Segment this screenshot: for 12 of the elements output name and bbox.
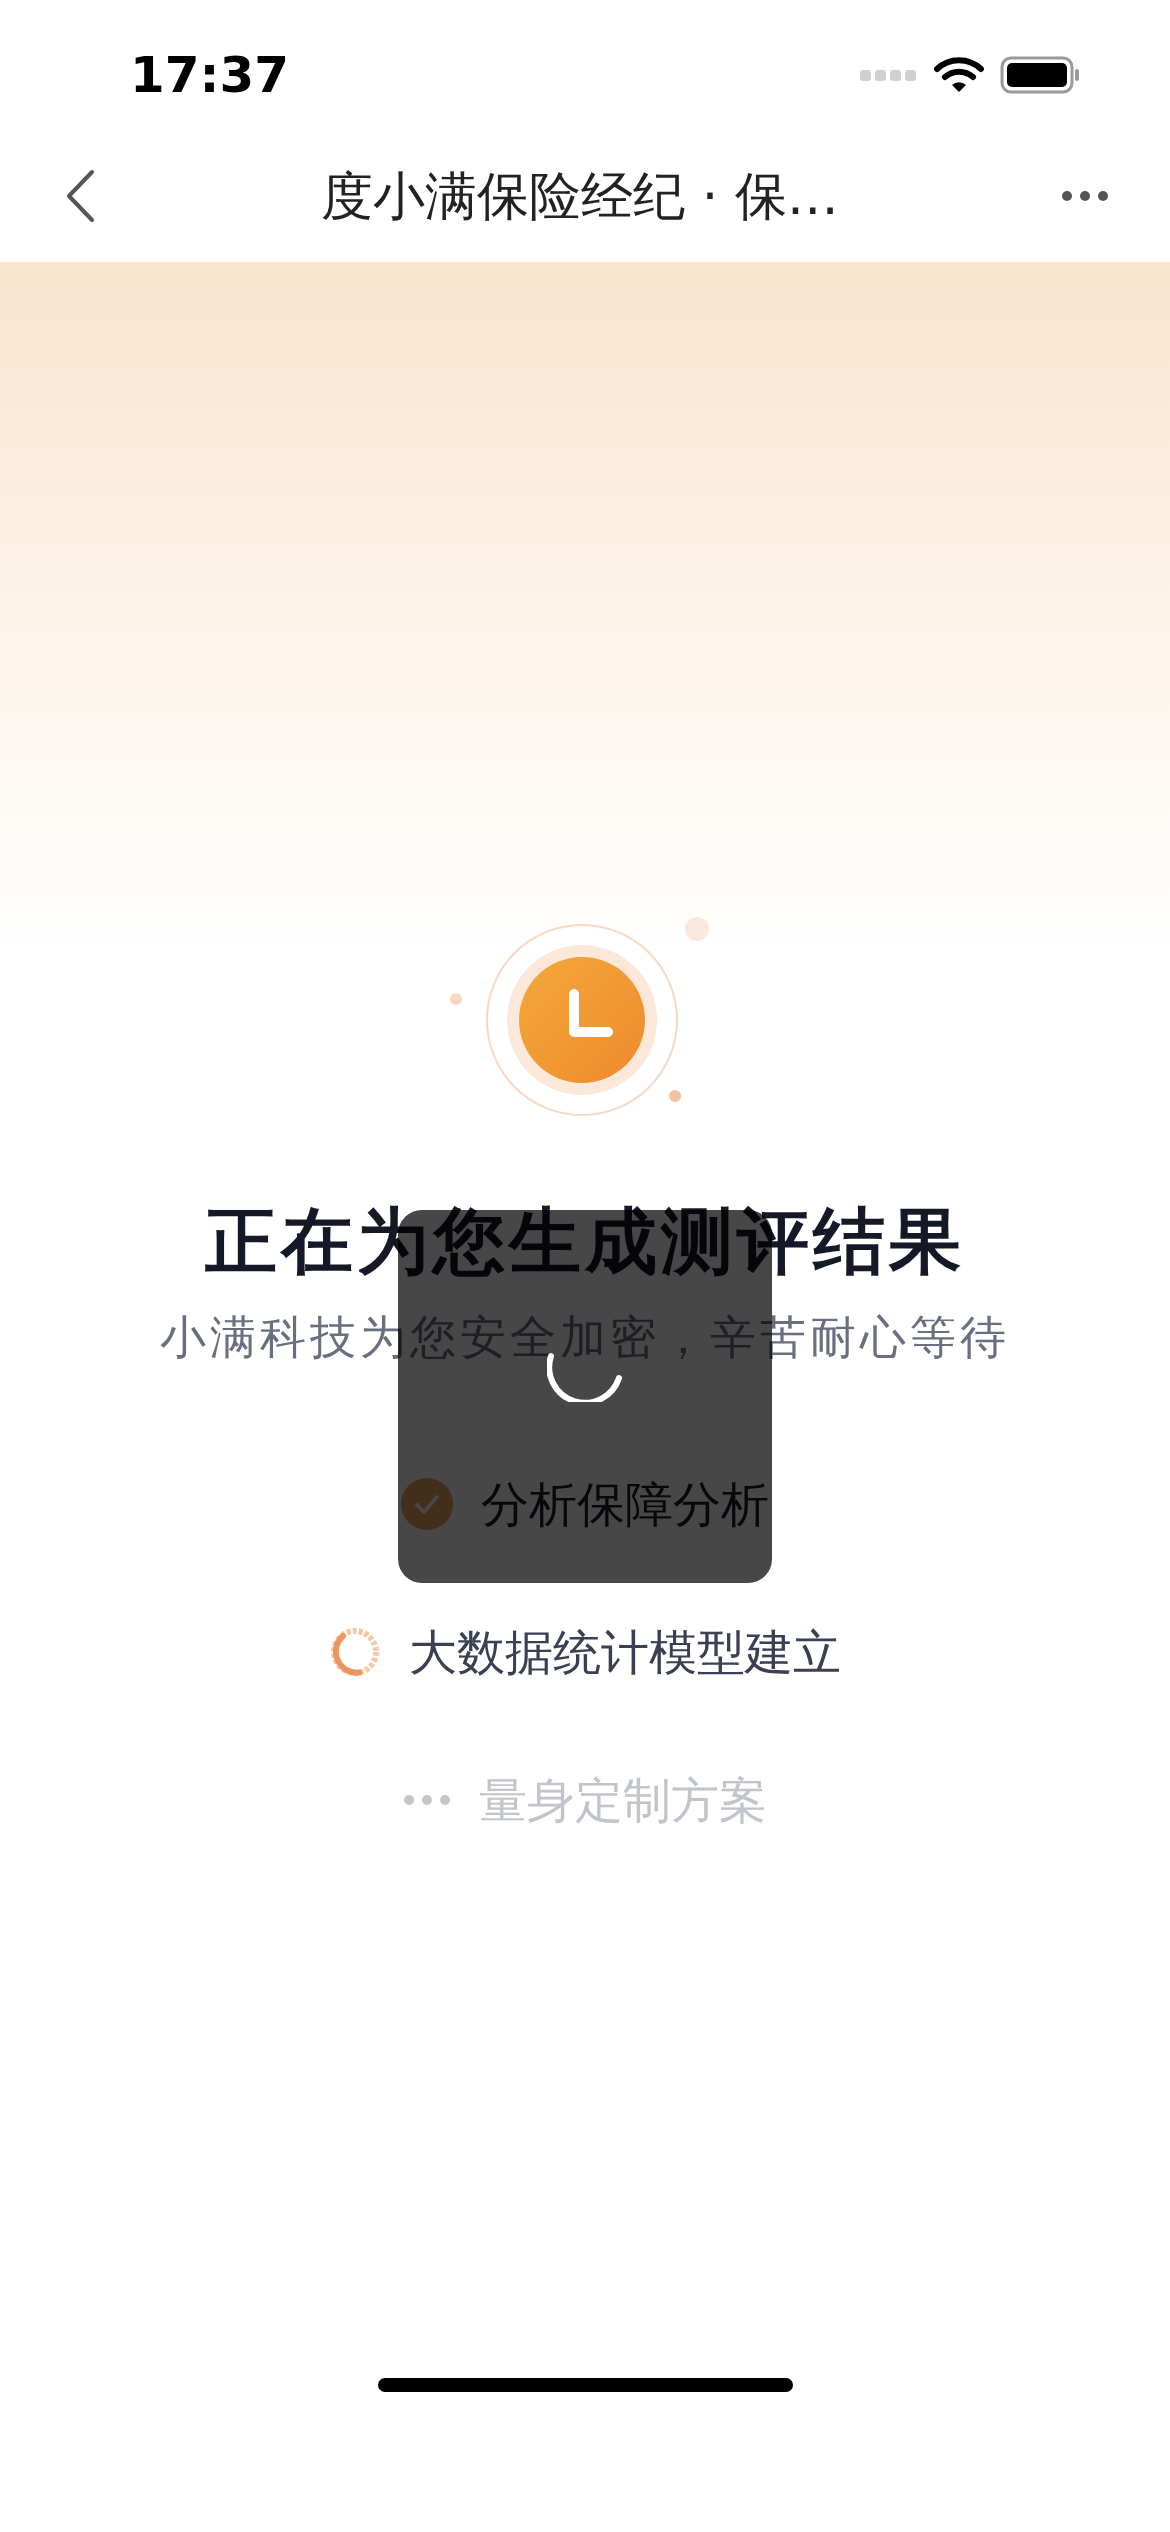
battery-icon: [1000, 56, 1080, 94]
signal-icon: [860, 68, 918, 82]
ellipsis-icon: [403, 1794, 451, 1806]
back-chevron-icon: [65, 169, 95, 223]
step-label: 分析保障分析: [481, 1475, 769, 1534]
page-title: 度小满保险经纪 · 保…: [321, 165, 839, 228]
status-time: 17:37: [130, 44, 290, 106]
more-icon: [1061, 190, 1109, 202]
step-label: 量身定制方案: [479, 1771, 767, 1830]
step-label: 大数据统计模型建立: [409, 1623, 841, 1682]
loading-ring-icon: [329, 1626, 381, 1678]
wifi-icon: [934, 56, 984, 94]
